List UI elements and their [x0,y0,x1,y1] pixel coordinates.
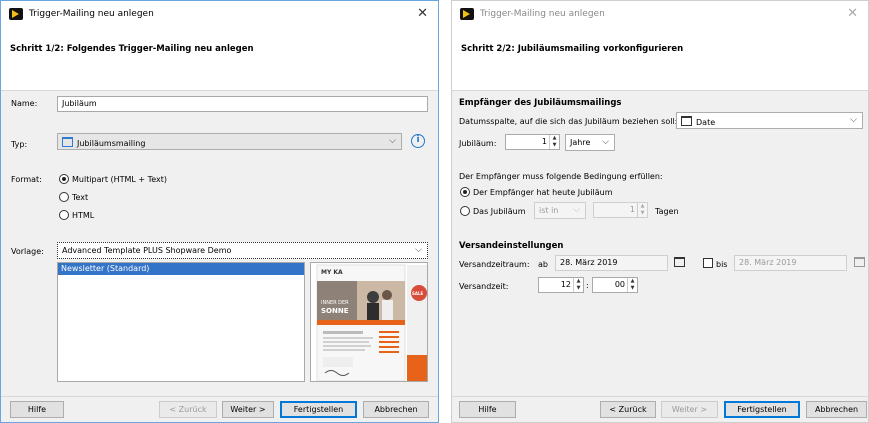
anniversary-unit-value: Jahre [570,138,591,147]
type-select-value: Jubiläumsmailing [77,139,146,148]
condition-today-radio[interactable] [460,187,470,197]
format-text-radio[interactable] [59,192,69,202]
chevron-down-icon: ⌵ [602,137,609,147]
chevron-down-icon: ⌵ [573,205,580,215]
template-list[interactable]: Newsletter (Standard) [57,262,305,382]
minute-value: 00 [614,280,625,289]
condition-days-spinner[interactable]: 1 ▲ ▼ [593,202,648,218]
dispatch-period-label: Versandzeitraum: [459,260,530,269]
step-header: Schritt 2/2: Jubiläumsmailing vorkonfigu… [452,26,868,91]
list-item[interactable]: Newsletter (Standard) [58,263,304,275]
hour-value: 12 [560,280,571,289]
back-button[interactable]: < Zurück [159,401,217,418]
condition-days-value: 1 [629,205,635,214]
spinner-arrows-icon[interactable]: ▲ ▼ [637,203,647,217]
from-date-field[interactable]: 28. März 2019 [555,255,668,271]
gap [439,0,451,423]
preview-sale-badge: SALE [412,291,424,296]
until-checkbox[interactable] [703,258,713,268]
cancel-button[interactable]: Abbrechen [363,401,429,418]
spinner-arrows-icon[interactable]: ▲ ▼ [549,135,559,149]
chevron-down-icon: ⌵ [389,136,396,146]
app-logo-icon [9,8,23,20]
spinner-arrows-icon[interactable]: ▲ ▼ [627,278,637,292]
anniversary-label: Jubiläum: [459,139,497,148]
name-label: Name: [11,99,38,108]
template-select[interactable]: Advanced Template PLUS Shopware Demo ⌵ [57,242,428,259]
condition-days-unit: Tagen [655,207,679,216]
spinner-arrows-icon[interactable]: ▲ ▼ [573,278,583,292]
date-column-select[interactable]: Date ⌵ [676,112,863,129]
button-bar: Hilfe < Zurück Weiter > Fertigstellen Ab… [452,396,868,422]
until-label: bis [716,260,728,269]
condition-in-radio[interactable] [460,206,470,216]
preview-brand: MY KA [321,269,343,276]
format-html-label: HTML [72,211,95,220]
step-header: Schritt 1/2: Folgendes Trigger-Mailing n… [1,26,438,91]
anniversary-spinner[interactable]: 1 ▲ ▼ [505,134,560,150]
format-label: Format: [11,175,42,184]
condition-in-select-value: ist in [539,206,559,215]
calendar-icon [681,116,692,126]
condition-in-label: Das Jubiläum [473,207,526,216]
calendar-icon[interactable] [854,257,869,268]
condition-in-select[interactable]: ist in ⌵ [534,202,586,219]
close-icon[interactable]: ✕ [417,6,428,21]
chevron-down-icon: ⌵ [850,115,857,125]
format-multipart-radio[interactable] [59,174,69,184]
app-logo-icon [460,8,474,20]
type-label: Typ: [11,140,28,149]
back-button[interactable]: < Zurück [600,401,656,418]
dispatch-time-label: Versandzeit: [459,282,509,291]
template-select-value: Advanced Template PLUS Shopware Demo [62,246,232,255]
date-column-label: Datumsspalte, auf die sich das Jubiläum … [459,117,678,126]
next-button[interactable]: Weiter > [661,401,718,418]
preview-headline-large: SONNE [321,307,349,315]
next-button[interactable]: Weiter > [222,401,274,418]
condition-label: Der Empfänger muss folgende Bedingung er… [459,172,663,181]
finish-button[interactable]: Fertigstellen [280,401,357,418]
hour-spinner[interactable]: 12 ▲ ▼ [538,277,584,293]
title-bar: Trigger-Mailing neu anlegen ✕ [452,1,868,26]
dialog-step1: Trigger-Mailing neu anlegen ✕ Schritt 1/… [0,0,439,423]
help-button[interactable]: Hilfe [10,401,64,418]
title-bar: Trigger-Mailing neu anlegen ✕ [1,1,438,26]
name-input[interactable]: Jubiläum [57,96,428,112]
template-preview: MY KA INNER DER SONNE SALE [310,262,428,382]
window-title: Trigger-Mailing neu anlegen [29,9,154,19]
format-html-radio[interactable] [59,210,69,220]
info-icon[interactable]: i [411,134,425,148]
date-column-value: Date [696,118,716,127]
anniversary-value: 1 [541,137,547,146]
chevron-down-icon: ⌵ [415,245,422,255]
finish-button[interactable]: Fertigstellen [724,401,800,418]
minute-spinner[interactable]: 00 ▲ ▼ [592,277,638,293]
step-title: Schritt 2/2: Jubiläumsmailing vorkonfigu… [461,44,684,54]
template-label: Vorlage: [11,247,44,256]
button-bar: Hilfe < Zurück Weiter > Fertigstellen Ab… [1,396,438,422]
time-separator: : [586,281,589,290]
window-title: Trigger-Mailing neu anlegen [480,9,605,19]
anniversary-unit-select[interactable]: Jahre ⌵ [565,134,615,151]
template-preview-image [311,263,427,381]
condition-today-label: Der Empfänger hat heute Jubiläum [473,188,613,197]
help-button[interactable]: Hilfe [459,401,516,418]
recipients-heading: Empfänger des Jubiläumsmailings [459,98,622,108]
format-text-label: Text [72,193,89,202]
dialog-step2: Trigger-Mailing neu anlegen ✕ Schritt 2/… [451,0,869,423]
until-date-field[interactable]: 28. März 2019 [734,255,847,271]
from-label: ab [538,260,548,269]
close-icon[interactable]: ✕ [847,6,858,21]
calendar-icon [62,137,73,147]
cancel-button[interactable]: Abbrechen [806,401,867,418]
dispatch-heading: Versandeinstellungen [459,241,564,251]
preview-headline: INNER DER [321,300,349,306]
step-title: Schritt 1/2: Folgendes Trigger-Mailing n… [10,44,254,54]
calendar-icon[interactable] [674,257,689,268]
type-select[interactable]: Jubiläumsmailing ⌵ [57,133,402,150]
format-multipart-label: Multipart (HTML + Text) [72,175,167,184]
